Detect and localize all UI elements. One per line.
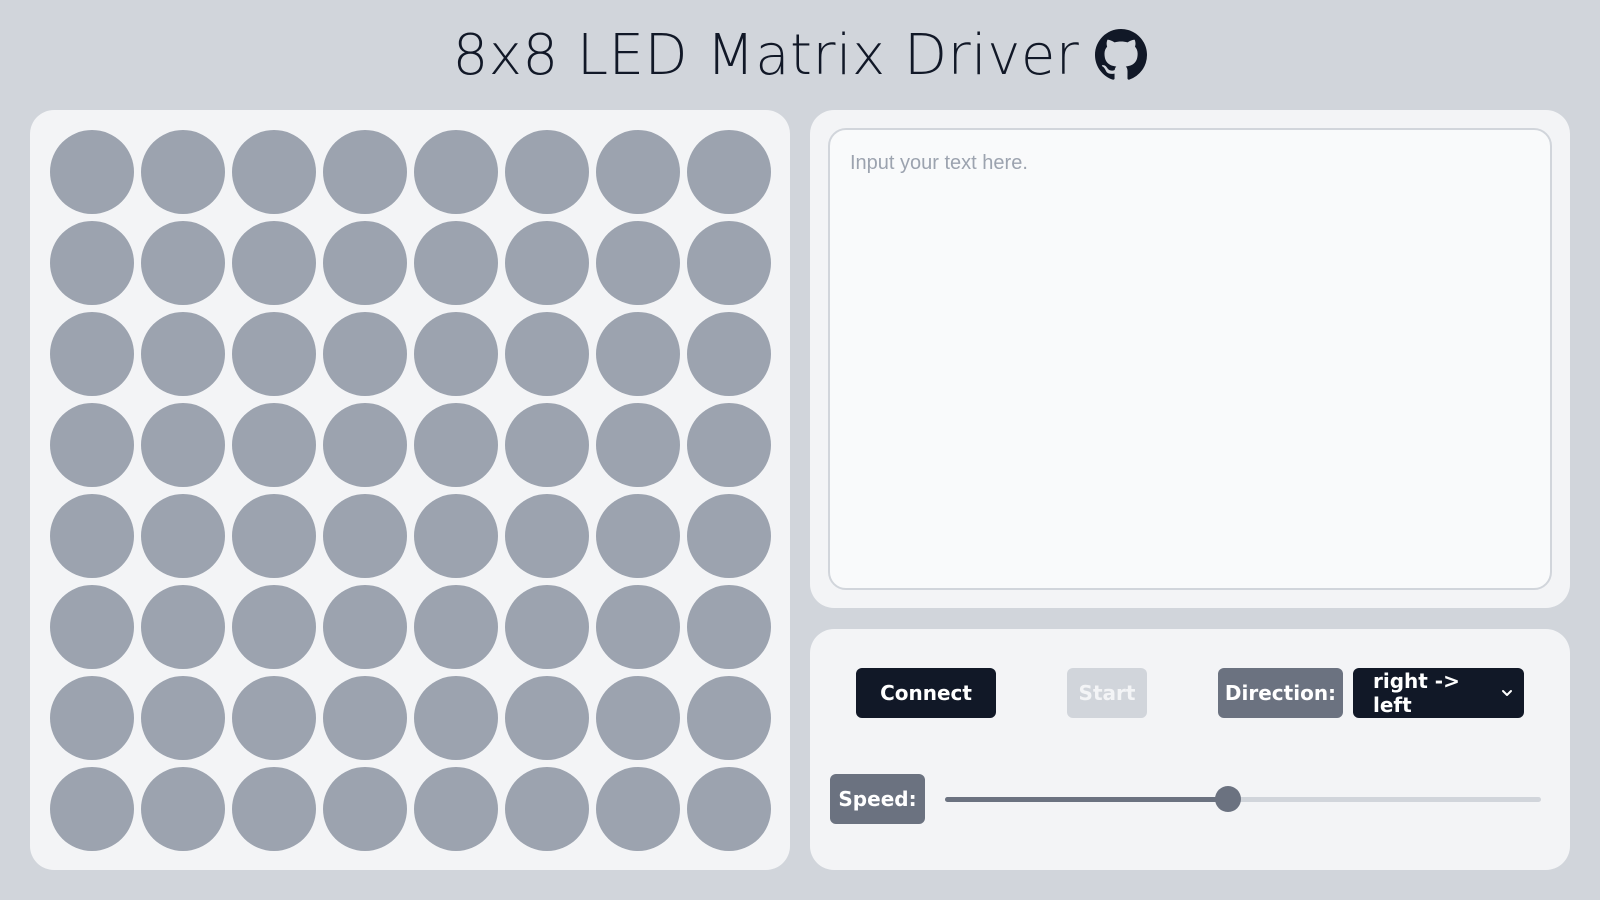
led-r3-c5[interactable]	[505, 403, 589, 487]
led-r7-c1[interactable]	[141, 767, 225, 851]
led-r3-c2[interactable]	[232, 403, 316, 487]
led-r6-c5[interactable]	[505, 676, 589, 760]
connect-button[interactable]: Connect	[856, 668, 996, 718]
led-r2-c7[interactable]	[687, 312, 771, 396]
led-r6-c4[interactable]	[414, 676, 498, 760]
led-r0-c2[interactable]	[232, 130, 316, 214]
github-icon[interactable]	[1095, 29, 1148, 81]
led-r7-c2[interactable]	[232, 767, 316, 851]
led-r0-c7[interactable]	[687, 130, 771, 214]
led-r4-c7[interactable]	[687, 494, 771, 578]
led-r1-c6[interactable]	[596, 221, 680, 305]
header: 8x8 LED Matrix Driver	[0, 0, 1600, 110]
led-r7-c0[interactable]	[50, 767, 134, 851]
led-r4-c2[interactable]	[232, 494, 316, 578]
led-r1-c3[interactable]	[323, 221, 407, 305]
led-r5-c7[interactable]	[687, 585, 771, 669]
led-r2-c3[interactable]	[323, 312, 407, 396]
led-r1-c1[interactable]	[141, 221, 225, 305]
led-r7-c4[interactable]	[414, 767, 498, 851]
led-r7-c3[interactable]	[323, 767, 407, 851]
github-icon-svg	[1095, 29, 1148, 80]
led-r5-c2[interactable]	[232, 585, 316, 669]
chevron-down-icon	[1500, 686, 1514, 700]
led-r6-c6[interactable]	[596, 676, 680, 760]
speed-slider-thumb[interactable]	[1215, 786, 1242, 812]
led-r1-c2[interactable]	[232, 221, 316, 305]
speed-label: Speed:	[830, 774, 925, 824]
led-r5-c5[interactable]	[505, 585, 589, 669]
led-r5-c6[interactable]	[596, 585, 680, 669]
led-r0-c3[interactable]	[323, 130, 407, 214]
led-r1-c0[interactable]	[50, 221, 134, 305]
led-r5-c0[interactable]	[50, 585, 134, 669]
led-r6-c2[interactable]	[232, 676, 316, 760]
control-panel: Connect Start Direction: right -> left S…	[810, 629, 1570, 870]
led-r4-c5[interactable]	[505, 494, 589, 578]
led-r0-c5[interactable]	[505, 130, 589, 214]
led-r1-c4[interactable]	[414, 221, 498, 305]
led-r7-c5[interactable]	[505, 767, 589, 851]
led-r2-c4[interactable]	[414, 312, 498, 396]
led-r5-c3[interactable]	[323, 585, 407, 669]
led-r2-c2[interactable]	[232, 312, 316, 396]
led-r5-c1[interactable]	[141, 585, 225, 669]
text-panel	[810, 110, 1570, 608]
led-r3-c1[interactable]	[141, 403, 225, 487]
led-r7-c6[interactable]	[596, 767, 680, 851]
led-r4-c0[interactable]	[50, 494, 134, 578]
led-r6-c3[interactable]	[323, 676, 407, 760]
led-r3-c3[interactable]	[323, 403, 407, 487]
direction-label: Direction:	[1218, 668, 1343, 718]
led-r2-c5[interactable]	[505, 312, 589, 396]
text-input[interactable]	[828, 128, 1552, 590]
led-r1-c7[interactable]	[687, 221, 771, 305]
led-r3-c7[interactable]	[687, 403, 771, 487]
led-r2-c1[interactable]	[141, 312, 225, 396]
led-r5-c4[interactable]	[414, 585, 498, 669]
led-r4-c3[interactable]	[323, 494, 407, 578]
led-r0-c4[interactable]	[414, 130, 498, 214]
led-r0-c6[interactable]	[596, 130, 680, 214]
led-r6-c0[interactable]	[50, 676, 134, 760]
start-button[interactable]: Start	[1067, 668, 1147, 718]
led-r0-c0[interactable]	[50, 130, 134, 214]
led-r3-c6[interactable]	[596, 403, 680, 487]
direction-value: right -> left	[1373, 669, 1460, 717]
led-r3-c4[interactable]	[414, 403, 498, 487]
speed-slider[interactable]	[945, 779, 1541, 819]
led-matrix-panel	[30, 110, 790, 870]
led-r4-c4[interactable]	[414, 494, 498, 578]
led-r6-c7[interactable]	[687, 676, 771, 760]
led-r0-c1[interactable]	[141, 130, 225, 214]
led-r4-c1[interactable]	[141, 494, 225, 578]
led-r3-c0[interactable]	[50, 403, 134, 487]
led-r2-c6[interactable]	[596, 312, 680, 396]
speed-slider-fill	[945, 797, 1229, 802]
page-title: 8x8 LED Matrix Driver	[452, 22, 1080, 88]
led-r6-c1[interactable]	[141, 676, 225, 760]
led-r2-c0[interactable]	[50, 312, 134, 396]
led-r4-c6[interactable]	[596, 494, 680, 578]
led-r7-c7[interactable]	[687, 767, 771, 851]
direction-select[interactable]: right -> left	[1353, 668, 1524, 718]
led-r1-c5[interactable]	[505, 221, 589, 305]
